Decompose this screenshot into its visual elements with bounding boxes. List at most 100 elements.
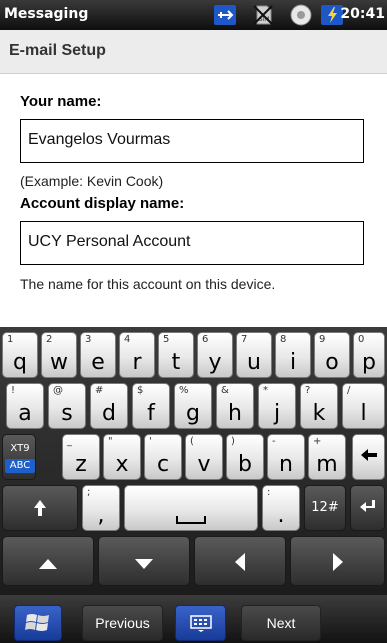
key-v-alt: ( [190, 436, 194, 447]
key-d-main: d [102, 401, 116, 426]
key-j[interactable]: * j [258, 383, 296, 429]
key-p[interactable]: 0p [353, 332, 385, 378]
keyboard-toggle-button[interactable] [175, 605, 226, 641]
key-period-main: . [277, 503, 285, 528]
key-a-main: a [18, 401, 32, 426]
key-u[interactable]: 7u [236, 332, 272, 378]
key-x-alt: " [108, 436, 113, 447]
key-g-alt: % [179, 385, 189, 396]
key-s[interactable]: @ s [48, 383, 86, 429]
key-s-alt: @ [53, 385, 63, 396]
enter-key[interactable] [350, 485, 385, 531]
key-period[interactable]: :. [262, 485, 300, 531]
key-l-main: l [360, 401, 367, 426]
key-m-alt: + [313, 436, 322, 447]
key-z-alt: _ [67, 436, 72, 447]
number-symbol-key[interactable]: 12# [304, 485, 346, 531]
account-display-name-label: Account display name: [20, 195, 185, 212]
key-z[interactable]: _ z [62, 434, 100, 480]
key-h[interactable]: & h [216, 383, 254, 429]
backspace-key[interactable] [352, 434, 385, 480]
windows-logo-icon [15, 611, 61, 639]
start-button[interactable] [14, 605, 62, 641]
key-t-alt: 5 [163, 334, 170, 345]
space-bar[interactable] [124, 485, 258, 531]
key-k-main: k [312, 401, 326, 426]
arrow-down-icon [99, 555, 189, 574]
key-q[interactable]: 1q [2, 332, 38, 378]
previous-button[interactable]: Previous [82, 605, 163, 641]
key-h-main: h [228, 401, 242, 426]
shift-key[interactable] [2, 485, 78, 531]
xt9-label: XT9 [10, 443, 30, 454]
no-sim-icon: SIM [251, 3, 275, 27]
key-k[interactable]: ? k [300, 383, 338, 429]
key-n[interactable]: -n [267, 434, 305, 480]
usb-sync-icon [213, 3, 237, 27]
page-title: E-mail Setup [9, 42, 106, 59]
key-f-alt: $ [137, 385, 144, 396]
key-m[interactable]: + m [308, 434, 346, 480]
key-x-main: x [115, 452, 129, 477]
key-comma-alt: ; [87, 487, 91, 498]
arrow-up-key[interactable] [2, 536, 94, 586]
your-name-input[interactable]: Evangelos Vourmas [20, 119, 364, 163]
key-d-alt: # [95, 385, 104, 396]
xt9-abc-toggle-key[interactable]: XT9 ABC [2, 434, 36, 480]
key-a-alt: ! [11, 385, 16, 396]
key-i-alt: 8 [280, 334, 287, 345]
key-x[interactable]: " x [103, 434, 141, 480]
key-c[interactable]: ' c [144, 434, 182, 480]
next-button[interactable]: Next [241, 605, 321, 641]
enter-icon [351, 499, 384, 519]
key-j-alt: * [263, 385, 268, 396]
key-t-main: t [171, 350, 181, 375]
arrow-right-key[interactable] [290, 536, 385, 586]
key-l[interactable]: / l [342, 383, 385, 429]
key-period-alt: : [267, 487, 271, 498]
key-w[interactable]: 2w [41, 332, 77, 378]
on-screen-keyboard: 1q 2w 3e 4r 5t 6y 7u 8i 9o 0p ! a @ s # d $… [0, 327, 387, 595]
key-b[interactable]: ) b [226, 434, 264, 480]
shift-up-arrow-icon [3, 499, 77, 521]
key-o-main: o [325, 350, 339, 375]
key-a[interactable]: ! a [6, 383, 44, 429]
key-k-alt: ? [305, 385, 311, 396]
key-y-alt: 6 [202, 334, 209, 345]
backspace-icon [353, 447, 384, 467]
key-v[interactable]: (v [185, 434, 223, 480]
key-h-alt: & [221, 385, 229, 396]
key-t[interactable]: 5t [158, 332, 194, 378]
key-r-alt: 4 [124, 334, 131, 345]
arrow-up-icon [3, 555, 93, 574]
key-r-main: r [132, 350, 142, 375]
key-e[interactable]: 3e [80, 332, 116, 378]
key-f[interactable]: $ f [132, 383, 170, 429]
key-e-alt: 3 [85, 334, 92, 345]
key-comma[interactable]: ;, [82, 485, 120, 531]
key-comma-main: , [97, 503, 105, 528]
key-i[interactable]: 8i [275, 332, 311, 378]
key-z-main: z [75, 452, 87, 477]
arrow-down-key[interactable] [98, 536, 190, 586]
key-q-alt: 1 [7, 334, 14, 345]
key-o[interactable]: 9o [314, 332, 350, 378]
keyboard-icon [176, 615, 225, 637]
key-y[interactable]: 6y [197, 332, 233, 378]
key-r[interactable]: 4r [119, 332, 155, 378]
arrow-left-key[interactable] [194, 536, 286, 586]
key-y-main: y [208, 350, 222, 375]
key-c-alt: ' [149, 436, 152, 447]
your-name-example: (Example: Kevin Cook) [20, 173, 164, 189]
key-o-alt: 9 [319, 334, 326, 345]
key-g[interactable]: % g [174, 383, 212, 429]
key-n-main: n [279, 452, 293, 477]
key-d[interactable]: # d [90, 383, 128, 429]
key-u-alt: 7 [241, 334, 248, 345]
status-bar: Messaging SIM 20:41 [0, 0, 387, 30]
arrow-left-icon [195, 552, 285, 576]
account-display-name-input[interactable]: UCY Personal Account [20, 221, 364, 265]
key-j-main: j [273, 401, 281, 426]
key-u-main: u [247, 350, 261, 375]
key-c-main: c [156, 452, 170, 477]
